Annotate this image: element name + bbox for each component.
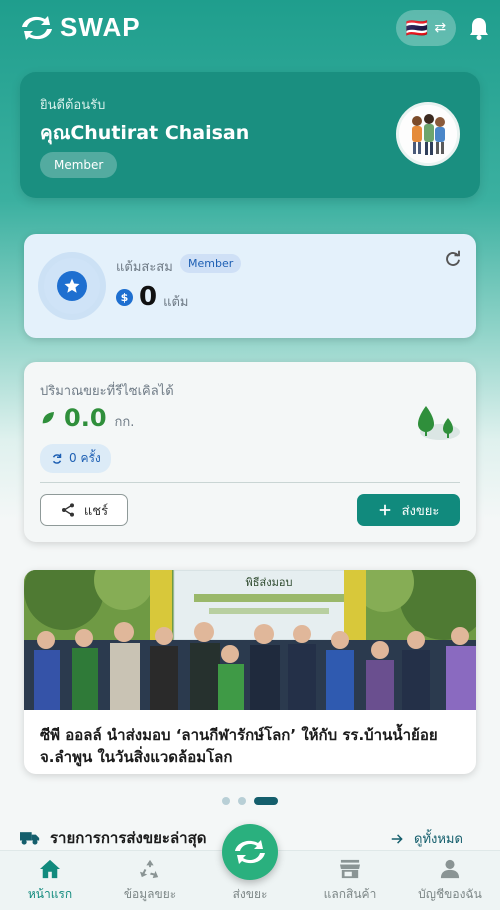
carousel-dot[interactable] [238, 797, 246, 805]
cycle-icon [52, 453, 62, 464]
member-badge: Member [40, 152, 118, 178]
user-name: คุณChutirat Chaisan [40, 122, 250, 144]
recycle-summary-card: ปริมาณขยะที่รีไซเคิลได้ 0.0 กก. 0 ครั้ง [24, 362, 476, 542]
app-header: SWAP 🇹🇭 ⇄ [0, 0, 500, 56]
banner-photo: พิธีส่งมอบ [24, 570, 476, 710]
swap-logo: SWAP [18, 12, 141, 43]
avatar-illustration [399, 105, 457, 163]
tree-drops-icon [412, 402, 462, 446]
welcome-greeting: ยินดีต้อนรับ [40, 98, 106, 113]
view-all-label: ดูทั้งหมด [414, 832, 463, 847]
nav-account-label: บัญชีของฉัน [418, 887, 482, 901]
truck-icon [20, 832, 40, 845]
points-star-badge [44, 258, 100, 314]
send-waste-fab[interactable] [222, 824, 278, 880]
plus-icon [379, 504, 390, 516]
points-value: 0 [139, 282, 158, 312]
share-button[interactable]: แชร์ [40, 494, 128, 526]
language-switch-button[interactable]: 🇹🇭 ⇄ [396, 10, 456, 46]
arrow-right-icon [391, 833, 403, 844]
points-member-badge: Member [180, 254, 242, 273]
nav-account[interactable]: บัญชีของฉัน [400, 859, 500, 904]
nav-waste-info[interactable]: ข้อมูลขยะ [100, 859, 200, 904]
recycle-value: 0.0 [64, 404, 107, 432]
points-unit: แต้ม [163, 294, 189, 310]
recycle-icon [140, 859, 159, 879]
refresh-icon[interactable] [444, 250, 462, 272]
leaf-icon [42, 412, 54, 424]
points-label: แต้มสะสม [116, 260, 173, 275]
coin-icon: $ [116, 288, 133, 306]
swap-icon [235, 840, 265, 864]
welcome-card: ยินดีต้อนรับ คุณChutirat Chaisan Member [20, 72, 480, 198]
nav-home[interactable]: หน้าแรก [0, 859, 100, 904]
banner-sign-text: พิธีส่งมอบ [246, 576, 293, 589]
swap-logo-icon [22, 15, 52, 40]
home-icon [40, 859, 60, 879]
carousel-dot[interactable] [222, 797, 230, 805]
nav-home-label: หน้าแรก [27, 887, 73, 901]
carousel-dot-active[interactable] [254, 797, 278, 805]
store-icon [340, 859, 360, 879]
send-waste-button[interactable]: ส่งขยะ [357, 494, 460, 526]
logo-text: SWAP [60, 12, 141, 42]
recycle-times-text: 0 ครั้ง [69, 451, 101, 465]
star-icon [64, 278, 80, 293]
avatar[interactable] [396, 102, 460, 166]
nav-waste-info-label: ข้อมูลขยะ [123, 887, 177, 901]
share-icon [61, 503, 74, 517]
swap-arrows-icon: ⇄ [434, 20, 447, 36]
carousel-dots [222, 797, 278, 805]
nav-redeem[interactable]: แลกสินค้า [300, 859, 400, 904]
nav-send-waste-label: ส่งขยะ [232, 887, 268, 901]
recycle-label: ปริมาณขยะที่รีไซเคิลได้ [40, 384, 174, 399]
recycle-times-badge: 0 ครั้ง [40, 444, 111, 473]
recent-submissions-header: รายการการส่งขยะล่าสุด [20, 826, 206, 850]
person-icon [440, 859, 460, 879]
share-label: แชร์ [83, 503, 109, 519]
divider [40, 482, 460, 483]
recycle-unit: กก. [114, 415, 135, 430]
points-card: แต้มสะสม Member $ 0 แต้ม [24, 234, 476, 338]
send-waste-label: ส่งขยะ [401, 503, 440, 519]
nav-redeem-label: แลกสินค้า [323, 887, 377, 901]
view-all-link[interactable]: ดูทั้งหมด [390, 828, 463, 849]
thai-flag-icon: 🇹🇭 [405, 17, 429, 39]
news-banner[interactable]: พิธีส่งมอบ ซีพี ออลล์ นำส่งมอบ ‘ลานกีฬาร… [24, 570, 476, 774]
notification-bell-icon[interactable] [468, 16, 490, 44]
nav-send-waste[interactable]: ส่งขยะ [200, 885, 300, 904]
banner-caption: ซีพี ออลล์ นำส่งมอบ ‘ลานกีฬารักษ์โลก’ ให… [40, 726, 438, 766]
recent-submissions-title: รายการการส่งขยะล่าสุด [50, 829, 207, 847]
